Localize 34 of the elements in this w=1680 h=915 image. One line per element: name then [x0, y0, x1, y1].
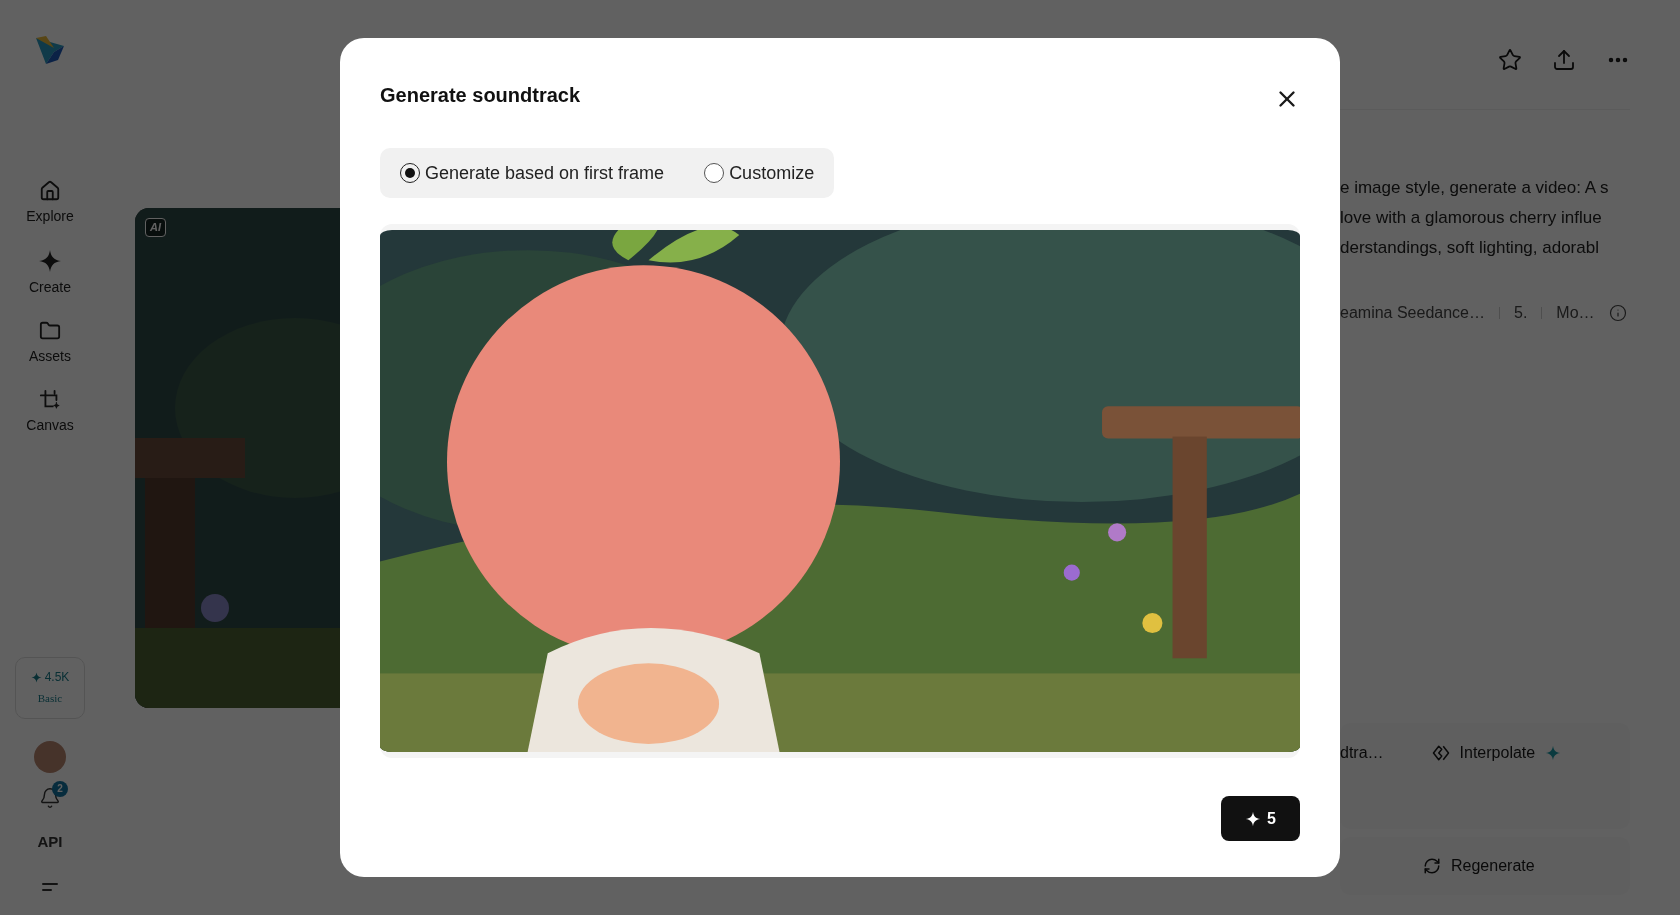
star-icon[interactable] [1498, 47, 1522, 72]
api-link[interactable]: API [37, 830, 63, 853]
prompt-text: derstandings, soft lighting, adorabl [1340, 237, 1600, 259]
nav-item[interactable]: Canvas [26, 389, 74, 436]
frame-icon [39, 389, 61, 411]
bell-icon[interactable] [39, 786, 61, 809]
action-button[interactable]: Interpolate [1431, 741, 1562, 765]
folder-icon [39, 320, 61, 342]
model-info: Mo… [1556, 303, 1595, 323]
generate-button[interactable]: 5 [1221, 796, 1300, 841]
dialog-title: Generate soundtrack [380, 83, 581, 108]
sparkle-icon [30, 671, 42, 683]
radio-option[interactable]: Generate based on first frame [400, 159, 665, 187]
credit-amount: 4.5K [44, 669, 70, 687]
nav-item[interactable]: Explore [26, 180, 74, 227]
home-icon [39, 180, 61, 202]
plan-label: Basic [37, 691, 63, 707]
refresh-icon [1423, 857, 1441, 875]
model-info: 5. [1514, 303, 1528, 323]
prompt-text: love with a glamorous cherry influe [1340, 207, 1603, 229]
sparkle-icon [38, 249, 62, 273]
prompt-text: e image style, generate a video: A s [1340, 177, 1610, 199]
avatar[interactable] [34, 740, 66, 773]
credits-card[interactable]: 4.5K Basic [15, 656, 85, 719]
radio-option[interactable]: Customize [704, 159, 815, 187]
nav-item[interactable]: Create [26, 249, 74, 298]
model-info: eamina Seedance… [1340, 303, 1485, 323]
info-icon[interactable] [1608, 304, 1627, 322]
notification-badge: 2 [52, 780, 68, 797]
nav-item[interactable]: Assets [26, 320, 74, 367]
diamond-icon [1431, 744, 1450, 762]
share-icon[interactable] [1552, 47, 1576, 72]
regenerate-button[interactable]: Regenerate [1423, 854, 1535, 878]
action-button[interactable]: dtra… [1340, 741, 1384, 765]
